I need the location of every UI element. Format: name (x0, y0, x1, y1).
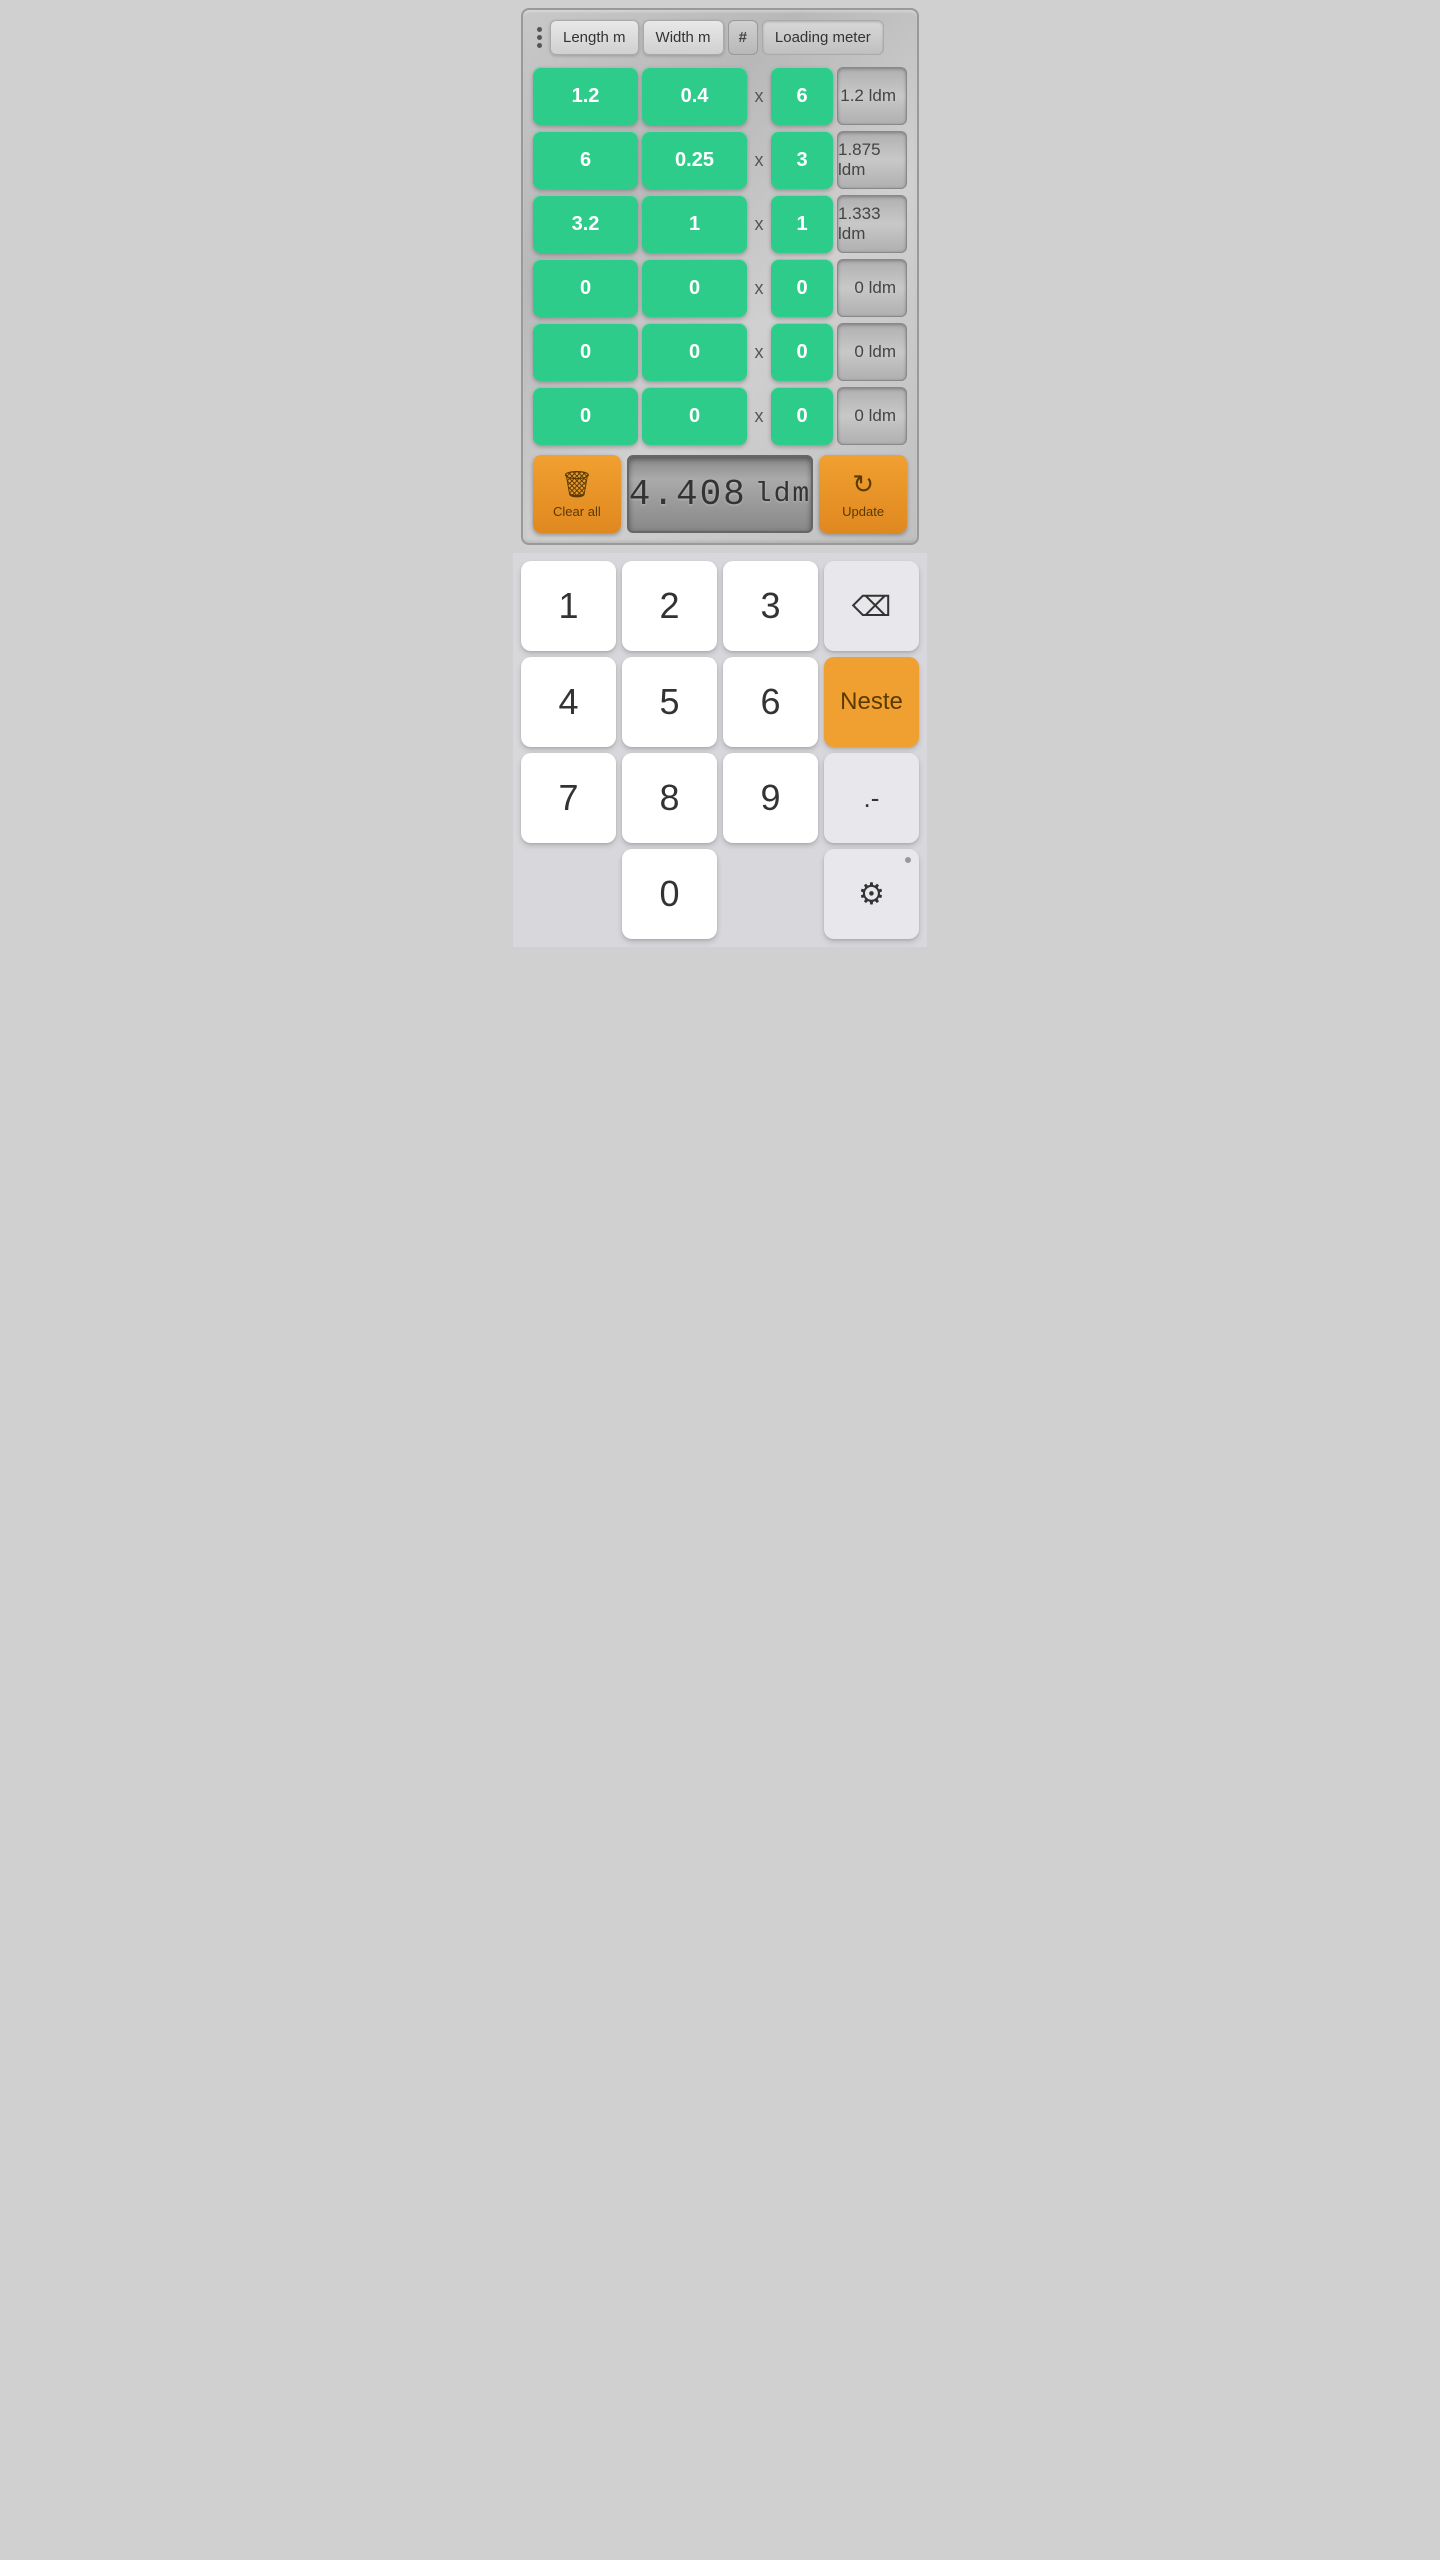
result-display-5: 0 ldm (837, 387, 907, 445)
num-key-1[interactable]: 1 (521, 561, 616, 651)
num-key-8[interactable]: 8 (622, 753, 717, 843)
total-unit: ldm (755, 479, 811, 510)
length-btn-3[interactable]: 0 (533, 259, 638, 317)
calc-row-5: 0 0 x 0 0 ldm (533, 387, 907, 445)
rows-container: 1.2 0.4 x 6 1.2 ldm 6 0.25 x 3 1.875 ldm… (533, 67, 907, 445)
num-key-9[interactable]: 9 (723, 753, 818, 843)
width-btn-0[interactable]: 0.4 (642, 67, 747, 125)
calc-row-1: 6 0.25 x 3 1.875 ldm (533, 131, 907, 189)
qty-btn-3[interactable]: 0 (771, 259, 833, 317)
calc-row-3: 0 0 x 0 0 ldm (533, 259, 907, 317)
length-btn-5[interactable]: 0 (533, 387, 638, 445)
menu-dots (533, 23, 546, 52)
clear-label: Clear all (553, 504, 601, 519)
x-label-2: x (751, 214, 767, 235)
width-btn-5[interactable]: 0 (642, 387, 747, 445)
update-button[interactable]: ↻ Update (819, 455, 907, 533)
calc-row-4: 0 0 x 0 0 ldm (533, 323, 907, 381)
qty-btn-2[interactable]: 1 (771, 195, 833, 253)
x-label-0: x (751, 86, 767, 107)
tab-length[interactable]: Length m (550, 20, 639, 55)
result-display-3: 0 ldm (837, 259, 907, 317)
tab-width[interactable]: Width m (643, 20, 724, 55)
num-key-0[interactable]: 0 (622, 849, 717, 939)
result-display-0: 1.2 ldm (837, 67, 907, 125)
qty-btn-0[interactable]: 6 (771, 67, 833, 125)
x-label-1: x (751, 150, 767, 171)
length-btn-0[interactable]: 1.2 (533, 67, 638, 125)
tab-loading-meter[interactable]: Loading meter (762, 20, 884, 55)
backspace-key[interactable]: ⌫ (824, 561, 919, 651)
length-btn-1[interactable]: 6 (533, 131, 638, 189)
x-label-3: x (751, 278, 767, 299)
num-key-2[interactable]: 2 (622, 561, 717, 651)
menu-dot-2 (537, 35, 542, 40)
calc-row-2: 3.2 1 x 1 1.333 ldm (533, 195, 907, 253)
update-label: Update (842, 504, 884, 519)
trash-icon: 🗑 (560, 469, 593, 500)
result-display-4: 0 ldm (837, 323, 907, 381)
calculator-panel: Length m Width m # Loading meter 1.2 0.4… (521, 8, 919, 545)
width-btn-4[interactable]: 0 (642, 323, 747, 381)
empty-key-14 (723, 849, 818, 939)
gear-key[interactable]: ⚙ (824, 849, 919, 939)
width-btn-2[interactable]: 1 (642, 195, 747, 253)
total-row: 🗑 Clear all 4.408 ldm ↻ Update (533, 455, 907, 533)
calc-row-0: 1.2 0.4 x 6 1.2 ldm (533, 67, 907, 125)
header-tabs: Length m Width m # Loading meter (533, 20, 907, 55)
menu-dot-1 (537, 27, 542, 32)
empty-key-12 (521, 849, 616, 939)
refresh-icon: ↻ (852, 469, 874, 500)
neste-key[interactable]: Neste (824, 657, 919, 747)
width-btn-1[interactable]: 0.25 (642, 131, 747, 189)
num-key-6[interactable]: 6 (723, 657, 818, 747)
qty-btn-1[interactable]: 3 (771, 131, 833, 189)
clear-all-button[interactable]: 🗑 Clear all (533, 455, 621, 533)
result-display-1: 1.875 ldm (837, 131, 907, 189)
x-label-5: x (751, 406, 767, 427)
qty-btn-4[interactable]: 0 (771, 323, 833, 381)
qty-btn-5[interactable]: 0 (771, 387, 833, 445)
numpad: 123 ⌫ 456Neste 789.- 0 ⚙ (513, 553, 927, 947)
num-key-4[interactable]: 4 (521, 657, 616, 747)
result-display-2: 1.333 ldm (837, 195, 907, 253)
tab-hash[interactable]: # (728, 20, 758, 55)
gear-icon: ⚙ (858, 877, 885, 912)
length-btn-4[interactable]: 0 (533, 323, 638, 381)
num-key-7[interactable]: 7 (521, 753, 616, 843)
total-value: 4.408 (629, 474, 747, 515)
decimal-key[interactable]: .- (824, 753, 919, 843)
num-key-3[interactable]: 3 (723, 561, 818, 651)
total-display: 4.408 ldm (627, 455, 813, 533)
width-btn-3[interactable]: 0 (642, 259, 747, 317)
length-btn-2[interactable]: 3.2 (533, 195, 638, 253)
x-label-4: x (751, 342, 767, 363)
menu-dot-3 (537, 43, 542, 48)
num-key-5[interactable]: 5 (622, 657, 717, 747)
backspace-icon: ⌫ (852, 590, 892, 623)
